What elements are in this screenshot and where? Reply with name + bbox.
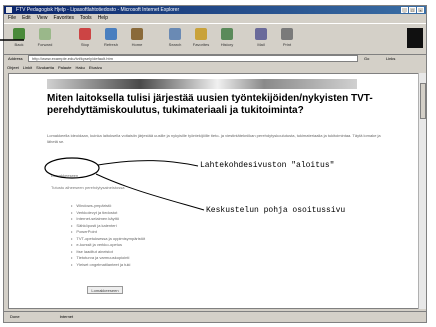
mail-button[interactable]: Mail <box>250 27 272 51</box>
status-text: Done <box>10 314 20 319</box>
history-button[interactable]: History <box>216 27 238 51</box>
refresh-button[interactable]: Refresh <box>100 27 122 51</box>
favorites-button[interactable]: Favorites <box>190 27 212 51</box>
link-item[interactable]: Palaute <box>58 63 72 72</box>
stop-button[interactable]: Stop <box>74 27 96 51</box>
link-item[interactable]: Sivukartta <box>36 63 54 72</box>
menu-favorites[interactable]: Favorites <box>53 14 74 23</box>
list-caption: Tutustu aiheeseen perehdytysaineistossa <box>51 185 125 190</box>
link-item[interactable]: Haku <box>76 63 85 72</box>
search-icon <box>169 28 181 40</box>
maximize-icon[interactable]: □ <box>409 7 416 13</box>
link-item[interactable]: Etusivu <box>89 63 102 72</box>
window-title: FTV Pedagogisk Hjelp - Lipasoftlahtotied… <box>16 7 180 13</box>
print-icon <box>281 28 293 40</box>
form-link[interactable]: Lomakkeeseen <box>51 173 78 178</box>
toolbar: Back Forward Stop Refresh Home Search Fa… <box>4 23 426 55</box>
back-arrow-icon <box>13 28 25 40</box>
link-item[interactable]: Linkit <box>23 63 32 72</box>
stop-icon <box>79 28 91 40</box>
menu-tools[interactable]: Tools <box>80 14 92 23</box>
form-button[interactable]: Lomakkeeseen <box>87 286 123 294</box>
forward-button[interactable]: Forward <box>34 27 56 51</box>
annotation-label-discussion: Keskustelun pohja osoitussivu <box>206 206 346 215</box>
browser-icon <box>6 7 12 13</box>
status-zone: Internet <box>59 314 74 319</box>
address-bar: Address http://www.example.edu/tvt/kysel… <box>4 54 426 63</box>
vertical-scrollbar[interactable] <box>418 73 426 309</box>
go-button[interactable]: Go <box>364 55 382 62</box>
history-icon <box>221 28 233 40</box>
home-button[interactable]: Home <box>126 27 148 51</box>
minimize-icon[interactable]: _ <box>401 7 408 13</box>
list-item[interactable]: Yleiset ongelmatilanteet ja tuki <box>71 262 145 269</box>
address-label: Address <box>8 56 23 61</box>
page-content: Miten laitoksella tulisi järjestää uusie… <box>8 73 419 309</box>
menu-edit[interactable]: Edit <box>22 14 31 23</box>
menu-help[interactable]: Help <box>98 14 108 23</box>
title-bar: FTV Pedagogisk Hjelp - Lipasoftlahtotied… <box>4 6 426 14</box>
link-item[interactable]: Ohjeet <box>7 63 19 72</box>
forward-arrow-icon <box>39 28 51 40</box>
intro-paragraph: Lomakkeella ideoidaan, kuinka laitoksell… <box>47 133 381 144</box>
menu-file[interactable]: File <box>8 14 16 23</box>
address-input[interactable]: http://www.example.edu/tvt/kysely/defaul… <box>28 55 358 62</box>
menu-bar: File Edit View Favorites Tools Help <box>4 14 426 23</box>
browser-logo <box>407 28 423 48</box>
refresh-icon <box>105 28 117 40</box>
star-icon <box>195 28 207 40</box>
links-toolbar: Ohjeet Linkit Sivukartta Palaute Haku Et… <box>4 63 426 72</box>
close-icon[interactable]: × <box>417 7 424 13</box>
menu-view[interactable]: View <box>37 14 48 23</box>
annotation-label-start: Lahtekohdesivuston "aloitus" <box>200 161 335 170</box>
scroll-thumb[interactable] <box>420 83 426 119</box>
links-label[interactable]: Links <box>386 55 395 62</box>
page-title: Miten laitoksella tulisi järjestää uusie… <box>47 93 373 116</box>
status-bar: Done Internet <box>4 311 426 320</box>
page-banner <box>47 79 357 89</box>
back-button[interactable]: Back <box>8 27 30 51</box>
topic-list: Windows-ympäristö Verkkolevyt ja tiedost… <box>71 203 145 268</box>
search-button[interactable]: Search <box>164 27 186 51</box>
print-button[interactable]: Print <box>276 27 298 51</box>
mail-icon <box>255 28 267 40</box>
window-controls: _ □ × <box>401 7 424 13</box>
home-icon <box>131 28 143 40</box>
